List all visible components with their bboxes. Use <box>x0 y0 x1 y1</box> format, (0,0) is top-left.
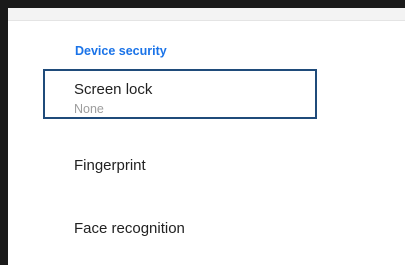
face-recognition-title: Face recognition <box>74 220 185 237</box>
fingerprint-item[interactable]: Fingerprint <box>74 157 146 175</box>
settings-screen: Device security Screen lock None Fingerp… <box>8 8 405 265</box>
device-frame: Device security Screen lock None Fingerp… <box>0 0 405 265</box>
section-header-device-security: Device security <box>75 44 167 58</box>
screen-lock-title: Screen lock <box>74 81 153 98</box>
screen-lock-item[interactable]: Screen lock None <box>74 81 152 117</box>
fingerprint-title: Fingerprint <box>74 157 146 174</box>
top-bar <box>8 8 405 21</box>
screen-lock-summary: None <box>74 102 104 116</box>
face-recognition-item[interactable]: Face recognition <box>74 220 185 238</box>
